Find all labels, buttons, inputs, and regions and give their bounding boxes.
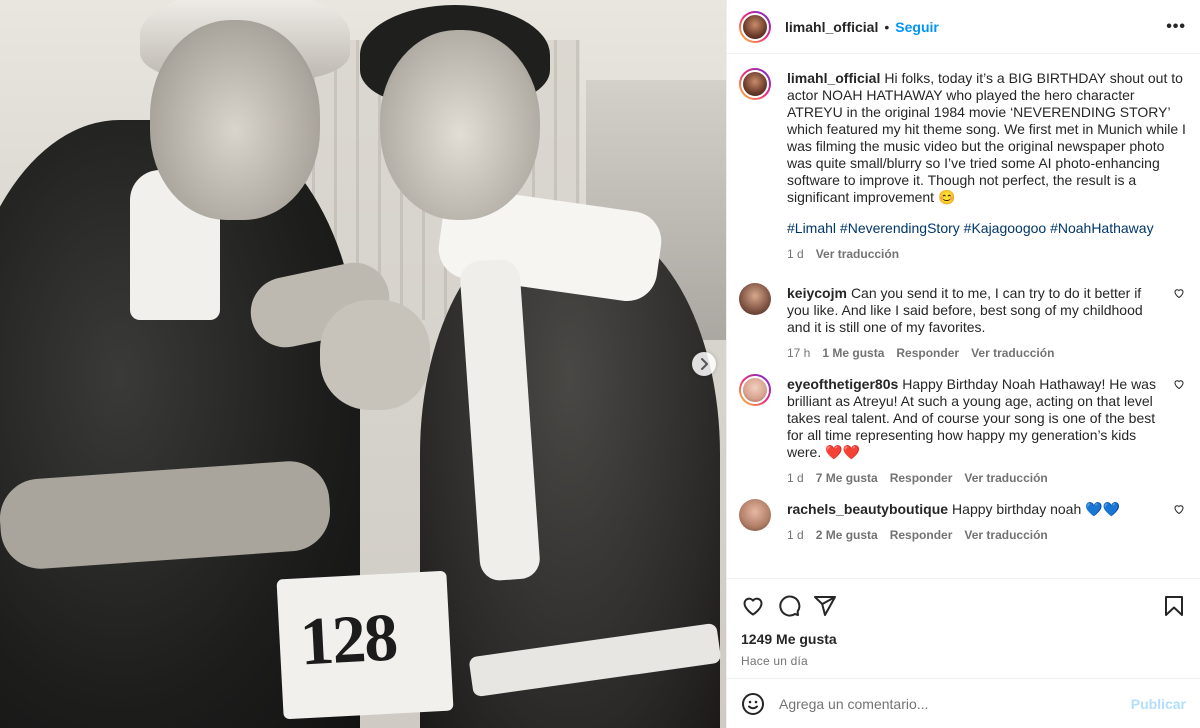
translate-link[interactable]: Ver traducción (964, 527, 1047, 544)
comment-item: rachels_beautyboutique Happy birthday noa… (739, 499, 1186, 544)
comment-likes[interactable]: 7 Me gusta (816, 470, 878, 487)
post-header: limahl_official • Seguir ••• (727, 0, 1200, 54)
comment-meta: 1 d 7 Me gusta Responder Ver traducción (787, 470, 1162, 487)
author-username[interactable]: limahl_official (785, 19, 878, 35)
comment-username[interactable]: rachels_beautyboutique (787, 501, 948, 517)
heart-icon[interactable] (741, 594, 765, 618)
photo-person-right-head (380, 30, 540, 220)
more-options-icon[interactable]: ••• (1166, 18, 1186, 36)
photo-pointing-hand-2 (320, 300, 430, 410)
emoji-icon[interactable] (741, 692, 765, 716)
comment-meta: 1 d 2 Me gusta Responder Ver traducción (787, 527, 1162, 544)
comment-likes[interactable]: 2 Me gusta (816, 527, 878, 544)
caption-time[interactable]: 1 d (787, 246, 804, 263)
action-bar (741, 591, 1186, 621)
share-icon[interactable] (813, 594, 837, 618)
publish-button[interactable]: Publicar (1131, 696, 1186, 712)
like-comment-heart-icon[interactable] (1172, 287, 1186, 299)
avatar[interactable] (739, 374, 771, 406)
add-comment-bar: Publicar (727, 678, 1200, 728)
caption-body: limahl_official Hi folks, today it’s a BI… (787, 70, 1186, 263)
comment-input[interactable] (779, 695, 1131, 712)
next-photo-button[interactable] (692, 352, 716, 376)
post-actions: 1249 Me gusta Hace un día (727, 578, 1200, 678)
separator-dot: • (884, 18, 890, 35)
avatar[interactable] (739, 499, 771, 531)
reply-button[interactable]: Responder (890, 527, 953, 544)
translate-link[interactable]: Ver traducción (964, 470, 1047, 487)
comment-meta: 17 h 1 Me gusta Responder Ver traducción (787, 345, 1162, 362)
instagram-post: 128 limahl_official • Seguir ••• limahl_… (0, 0, 1200, 728)
comment-body: eyeofthetiger80s Happy Birthday Noah Hath… (787, 376, 1162, 487)
comment-text: Happy birthday noah 💙💙 (952, 501, 1120, 517)
post-time[interactable]: Hace un día (741, 654, 1186, 668)
comment-username[interactable]: eyeofthetiger80s (787, 376, 898, 392)
reply-button[interactable]: Responder (890, 470, 953, 487)
bookmark-icon[interactable] (1162, 594, 1186, 618)
translate-link[interactable]: Ver traducción (971, 345, 1054, 362)
comment-time[interactable]: 1 d (787, 527, 804, 544)
comment-item: keiycojm Can you send it to me, I can try… (739, 283, 1186, 362)
caption: limahl_official Hi folks, today it’s a BI… (739, 68, 1186, 263)
comments-list[interactable]: limahl_official Hi folks, today it’s a BI… (727, 54, 1200, 578)
caption-hashtags[interactable]: #Limahl #NeverendingStory #Kajagoogoo #N… (787, 220, 1186, 237)
like-comment-heart-icon[interactable] (1172, 503, 1186, 515)
comment-icon[interactable] (777, 594, 801, 618)
avatar[interactable] (739, 10, 771, 43)
post-side-panel: limahl_official • Seguir ••• limahl_offi… (726, 0, 1200, 728)
translate-link[interactable]: Ver traducción (816, 246, 899, 263)
comment-body: rachels_beautyboutique Happy birthday noa… (787, 501, 1162, 544)
post-photo[interactable]: 128 (0, 0, 726, 728)
comment-time[interactable]: 1 d (787, 470, 804, 487)
caption-username[interactable]: limahl_official (787, 70, 880, 86)
caption-text: Hi folks, today it’s a BIG BIRTHDAY shou… (787, 70, 1186, 205)
comment-username[interactable]: keiycojm (787, 285, 847, 301)
comment-item: eyeofthetiger80s Happy Birthday Noah Hath… (739, 374, 1186, 487)
comment-body: keiycojm Can you send it to me, I can try… (787, 285, 1162, 362)
caption-meta: 1 d Ver traducción (787, 246, 1186, 263)
avatar[interactable] (739, 68, 771, 100)
photo-bib-number: 128 (298, 598, 398, 680)
reply-button[interactable]: Responder (896, 345, 959, 362)
chevron-right-icon (701, 358, 708, 370)
like-comment-heart-icon[interactable] (1172, 378, 1186, 390)
photo-person-left-head (150, 20, 320, 220)
likes-count[interactable]: 1249 Me gusta (741, 631, 1186, 647)
avatar[interactable] (739, 283, 771, 315)
comment-likes[interactable]: 1 Me gusta (822, 345, 884, 362)
follow-button[interactable]: Seguir (895, 19, 939, 35)
comment-time[interactable]: 17 h (787, 345, 810, 362)
